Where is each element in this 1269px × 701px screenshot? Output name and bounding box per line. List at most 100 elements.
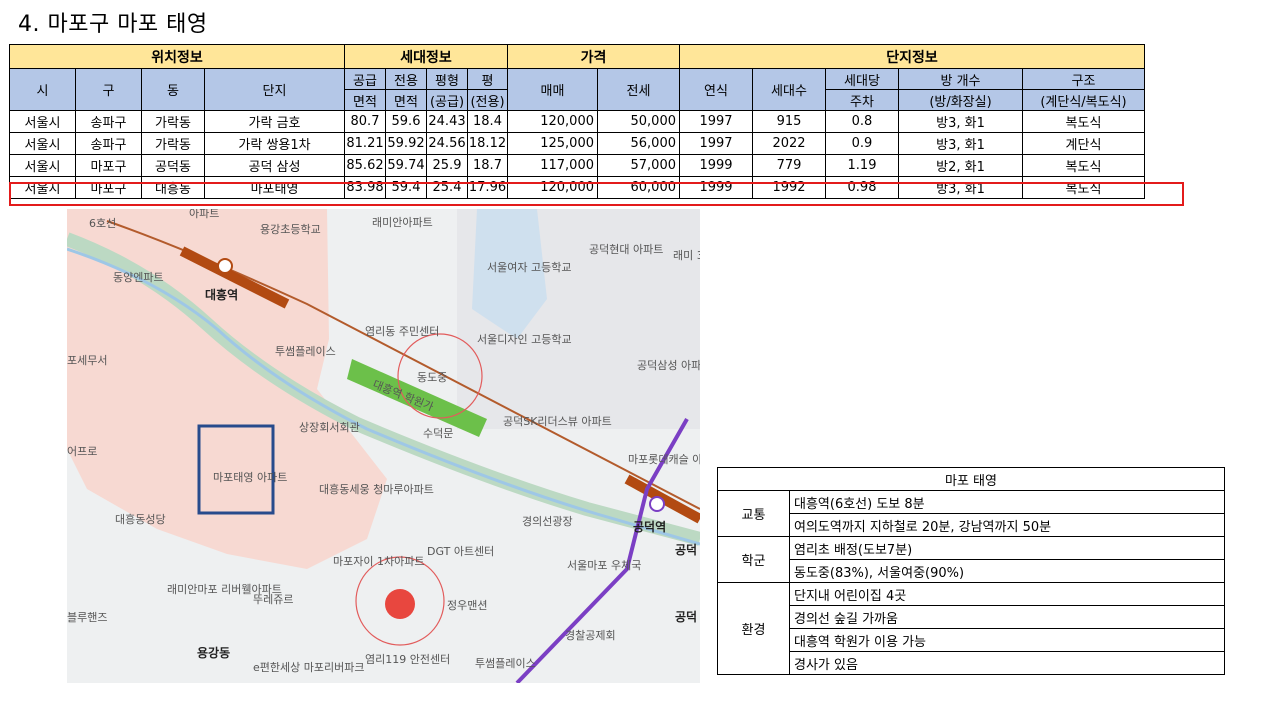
map-label-yonggang-dong: 용강동 [197, 645, 230, 660]
map-label-daeheung-sewoong: 대흥동세웅 청마루아파트 [319, 482, 434, 496]
table-cell: 0.9 [825, 132, 899, 155]
table-cell: 56,000 [597, 132, 680, 155]
summary-item: 단지내 어린이집 4곳 [789, 582, 1225, 606]
map-label-yeomni119: 염리119 안전센터 [365, 653, 450, 666]
column-header: 평 [467, 68, 508, 90]
map-label-raemi3: 래미 3차 [673, 249, 700, 262]
column-header: 구 [75, 68, 142, 111]
table-cell: 59.92 [385, 132, 427, 155]
map-label-ttureju: 뚜레쥬르 [253, 593, 293, 606]
summary-row: 여의도역까지 지하철로 20분, 강남역까지 50분 [718, 513, 1225, 537]
map-label-blue-hands: 블루핸즈 [67, 611, 107, 624]
column-header: 단지 [204, 68, 345, 111]
summary-title: 마포 태영 [717, 467, 1225, 491]
group-header-cell: 위치정보 [9, 44, 345, 69]
line6-station-icon [217, 258, 233, 274]
table-cell: 송파구 [75, 132, 142, 155]
map-label-design-high: 서울디자인 고등학교 [477, 333, 572, 346]
map-label-fu-left: 어프로 [67, 445, 97, 458]
map-label-gongdeok-station: 공덕역 [633, 519, 666, 534]
map-label-dongdo-middle: 동도중 [417, 371, 447, 384]
column-header: 세대당 [825, 68, 899, 90]
table-cell: 1999 [679, 154, 753, 177]
summary-row: 동도중(83%), 서울여중(90%) [718, 559, 1225, 583]
table-cell: 81.21 [344, 132, 386, 155]
column-header: 면적 [344, 89, 386, 111]
table-cell: 18.12 [467, 132, 508, 155]
map-label-apt-top: 아파트 [189, 209, 219, 220]
summary-category: 학군 [717, 536, 790, 583]
apartment-comparison-table: 위치정보 세대정보 가격 단지정보 시 구 동 단지 공급 전용 평형 평 매매 전세 연식 세대수 세대당 방 … [9, 44, 1145, 199]
table-cell: 가락동 [141, 110, 205, 133]
table-cell: 57,000 [597, 154, 680, 177]
summary-row: 경사가 있음 [718, 651, 1225, 675]
column-header: 연식 [679, 68, 753, 111]
group-header-cell: 단지정보 [679, 44, 1145, 69]
table-cell: 복도식 [1022, 110, 1145, 133]
table-cell: 서울시 [9, 154, 76, 177]
table-cell: 2022 [752, 132, 826, 155]
map-label-epyeonhan: e편한세상 마포리버파크 [253, 661, 364, 674]
summary-item: 경사가 있음 [789, 651, 1225, 675]
map-label-mapo-xi: 마포자이 1차아파트 [333, 555, 424, 568]
table-row[interactable]: 서울시 마포구 공덕동 공덕 삼성 85.62 59.74 25.9 18.7 117,000 5… [9, 154, 1145, 177]
table-cell: 18.4 [467, 110, 508, 133]
map-label-twosome: 투썸플레이스 [275, 345, 336, 358]
column-header: 전용 [385, 68, 427, 90]
map-label-sudeok: 수덕문 [423, 427, 453, 440]
map-label-sangjang: 상장회서회관 [299, 421, 360, 434]
table-cell: 공덕동 [141, 154, 205, 177]
map-label-gyeongui-square: 경의선광장 [522, 515, 573, 528]
map-label-office-left: 포세무서 [67, 354, 107, 367]
map-label-gongdeok-right: 공덕 [675, 542, 697, 557]
table-cell: 1.19 [825, 154, 899, 177]
table-cell: 방3, 화1 [898, 132, 1023, 155]
column-header: 전세 [597, 68, 680, 111]
table-cell: 85.62 [344, 154, 386, 177]
map-label-mapo-lotte: 마포롯데캐슬 아파트 [628, 453, 700, 466]
map-label-gongdeok-hyundai: 공덕현대 아파트 [589, 243, 663, 256]
table-cell: 779 [752, 154, 826, 177]
table-cell: 24.43 [426, 110, 468, 133]
table-cell: 서울시 [9, 132, 76, 155]
table-cell: 80.7 [344, 110, 386, 133]
column-header: (전용) [467, 89, 508, 111]
table-cell: 복도식 [1022, 154, 1145, 177]
summary-item: 염리초 배정(도보7분) [789, 536, 1225, 560]
summary-item: 동도중(83%), 서울여중(90%) [789, 559, 1225, 583]
map-label-yonggang-school: 용강초등학교 [260, 223, 321, 236]
table-cell: 방3, 화1 [898, 110, 1023, 133]
map-label-seoul-girls-high: 서울여자 고등학교 [487, 261, 571, 274]
table-cell: 송파구 [75, 110, 142, 133]
table-cell: 방2, 화1 [898, 154, 1023, 177]
summary-table: 마포 태영 교통 대흥역(6호선) 도보 8분 여의도역까지 지하철로 20분, 강남… [717, 467, 1225, 675]
column-header: 세대수 [752, 68, 826, 111]
table-row[interactable]: 서울시 송파구 가락동 가락 금호 80.7 59.6 24.43 18.4 120,000 50… [9, 110, 1145, 133]
column-header: 매매 [507, 68, 598, 111]
table-cell: 가락 쌍용1차 [204, 132, 345, 155]
table-row[interactable]: 서울시 송파구 가락동 가락 쌍용1차 81.21 59.92 24.56 18.12 125,… [9, 132, 1145, 155]
group-header-cell: 세대정보 [344, 44, 508, 69]
table-cell: 계단식 [1022, 132, 1145, 155]
column-header-row: 시 구 동 단지 공급 전용 평형 평 매매 전세 연식 세대수 세대당 방 개수 구조 [9, 68, 1145, 111]
table-cell: 1997 [679, 110, 753, 133]
column-header: 방 개수 [898, 68, 1023, 90]
page-title: 4. 마포구 마포 태영 [18, 12, 208, 37]
summary-row: 경의선 숲길 가까움 [718, 605, 1225, 629]
summary-row: 학군 염리초 배정(도보7분) [717, 536, 1225, 583]
table-cell: 59.6 [385, 110, 427, 133]
location-map[interactable]: 6호선 아파트 용강초등학교 래미안아파트 동양엔파트 대흥역 공덕현대 아파트… [67, 209, 700, 683]
table-cell: 915 [752, 110, 826, 133]
column-header: 시 [9, 68, 76, 111]
summary-item: 대흥역 학원가 이용 가능 [789, 628, 1225, 652]
summary-item: 대흥역(6호선) 도보 8분 [789, 490, 1225, 514]
map-label-gongdeok-samsung: 공덕삼성 아파트 [637, 359, 700, 372]
map-label-daeheung-church: 대흥동성당 [115, 512, 166, 526]
group-header-row: 위치정보 세대정보 가격 단지정보 [9, 44, 1145, 69]
table-cell: 50,000 [597, 110, 680, 133]
table-cell: 마포구 [75, 154, 142, 177]
table-cell: 공덕 삼성 [204, 154, 345, 177]
column-header: (계단식/복도식) [1022, 89, 1145, 111]
table-cell: 0.8 [825, 110, 899, 133]
fire-station-icon [385, 589, 415, 619]
